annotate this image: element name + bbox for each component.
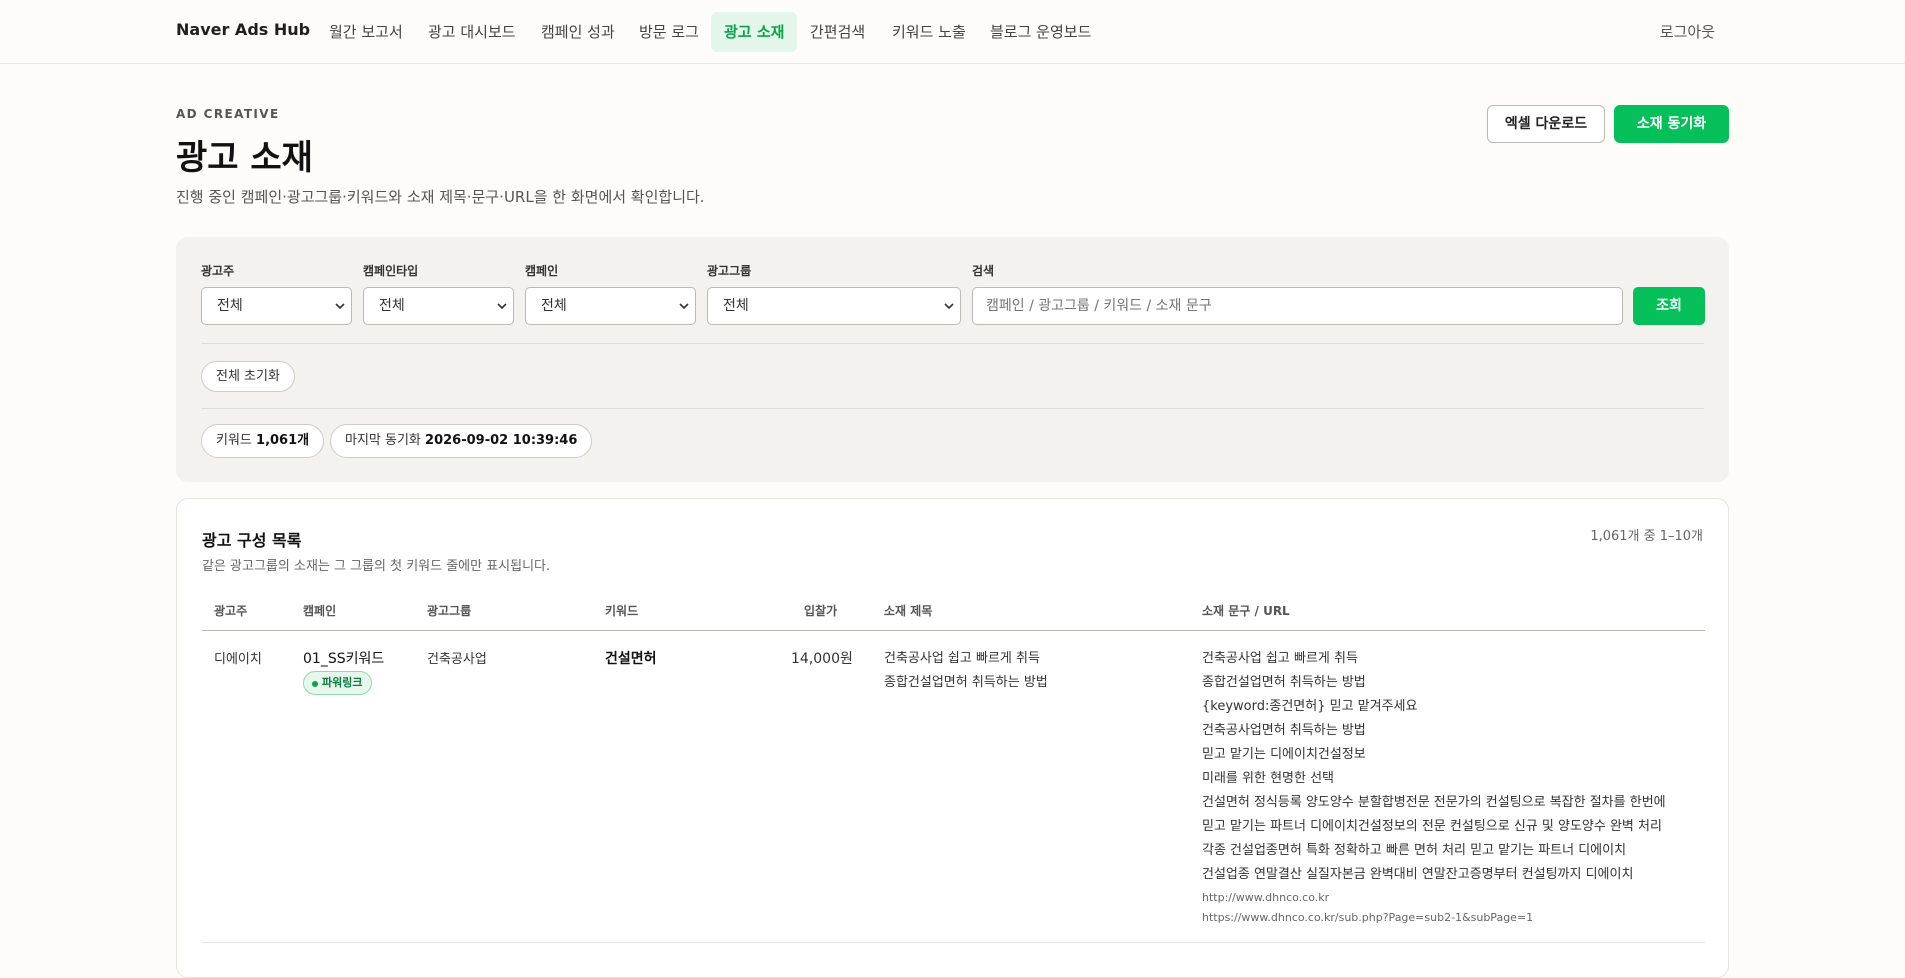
creative-title-line: 종합건설업면허 취득하는 방법 [884, 675, 1048, 690]
logout-link[interactable]: 로그아웃 [1660, 12, 1715, 52]
page-eyebrow: AD CREATIVE [176, 107, 280, 121]
creative-copy-line: 건축공사업 쉽고 빠르게 취득 [1202, 651, 1358, 666]
creative-copy-line: 건설업종 연말결산 실질자본금 완벽대비 연말잔고증명부터 컨설팅까지 디에이치 [1202, 867, 1634, 882]
nav-item-keyword-exposure[interactable]: 키워드 노출 [879, 12, 979, 52]
chevron-down-icon [497, 303, 507, 310]
filter-divider [201, 408, 1704, 409]
top-nav: Naver Ads Hub 월간 보고서 광고 대시보드 캠페인 성과 방문 로… [0, 0, 1905, 64]
nav-item-visit-log[interactable]: 방문 로그 [626, 12, 712, 52]
excel-download-button[interactable]: 엑셀 다운로드 [1487, 105, 1605, 143]
keyword-count-label: 키워드 [216, 433, 252, 448]
creative-copy-line: 믿고 맡기는 파트너 디에이치건설정보의 전문 컨설팅으로 신규 및 양도양수 … [1202, 819, 1662, 834]
creative-copy-line: 믿고 맡기는 디에이치건설정보 [1202, 747, 1366, 762]
keyword-count-chip: 키워드 1,061개 [201, 424, 325, 458]
nav-item-ad-creative[interactable]: 광고 소재 [711, 12, 798, 52]
campaign-label: 캠페인 [525, 264, 559, 278]
campaign-type-badge-label: 파워링크 [322, 676, 363, 689]
column-header: 입찰가 [804, 604, 838, 618]
advertiser-select-value: 전체 [217, 298, 243, 314]
column-header: 소재 문구 / URL [1202, 604, 1290, 618]
advertiser-cell: 디에이치 [214, 652, 262, 667]
bid-cell: 14,000원 [791, 651, 853, 667]
nav-item-monthly-report[interactable]: 월간 보고서 [316, 12, 416, 52]
filter-divider [201, 343, 1704, 344]
chevron-down-icon [679, 303, 689, 310]
advertiser-label: 광고주 [201, 264, 235, 278]
creative-url-link[interactable]: https://www.dhnco.co.kr/sub.php?Page=sub… [1202, 911, 1533, 924]
keyword-cell: 건설면허 [605, 651, 657, 667]
page-description: 진행 중인 캠페인·광고그룹·키워드와 소재 제목·문구·URL을 한 화면에서… [176, 188, 705, 206]
search-input[interactable] [972, 287, 1623, 325]
last-sync-chip: 마지막 동기화 2026-09-02 10:39:46 [330, 424, 593, 458]
nav-item-quick-search[interactable]: 간편검색 [797, 12, 878, 52]
campaign-type-select[interactable]: 전체 [363, 287, 514, 325]
campaign-type-select-value: 전체 [379, 298, 405, 314]
chevron-down-icon [335, 303, 345, 310]
search-button[interactable]: 조회 [1633, 287, 1705, 325]
ad-group-select-value: 전체 [723, 298, 749, 314]
column-header: 광고주 [214, 604, 248, 618]
last-sync-value: 2026-09-02 10:39:46 [425, 433, 578, 448]
column-header: 소재 제목 [884, 604, 933, 618]
row-divider [202, 942, 1705, 943]
creative-copy-line: 각종 건설업종면허 특화 정확하고 빠른 면허 처리 믿고 맡기는 파트너 디에… [1202, 843, 1627, 858]
ad-group-label: 광고그룹 [707, 264, 752, 278]
keyword-count-value: 1,061개 [256, 433, 310, 448]
page-title: 광고 소재 [176, 138, 313, 178]
table-count: 1,061개 중 1–10개 [1590, 529, 1703, 544]
campaign-select[interactable]: 전체 [525, 287, 696, 325]
campaign-type-badge: 파워링크 [303, 671, 373, 695]
sync-creative-button[interactable]: 소재 동기화 [1614, 105, 1729, 143]
ad-group-select[interactable]: 전체 [707, 287, 961, 325]
creative-title-line: 건축공사업 쉽고 빠르게 취득 [884, 651, 1040, 666]
chevron-down-icon [944, 303, 954, 310]
last-sync-label: 마지막 동기화 [345, 433, 421, 448]
column-header: 키워드 [605, 604, 639, 618]
dot-icon [312, 681, 318, 687]
table-title: 광고 구성 목록 [202, 531, 302, 550]
campaign-type-label: 캠페인타입 [363, 264, 419, 278]
ad-structure-table-card: 광고 구성 목록 같은 광고그룹의 소재는 그 그룹의 첫 키워드 줄에만 표시… [176, 498, 1729, 978]
creative-copy-line: {keyword:종건면허} 믿고 맡겨주세요 [1202, 699, 1418, 714]
creative-url-link[interactable]: http://www.dhnco.co.kr [1202, 891, 1329, 904]
creative-copy-line: 종합건설업면허 취득하는 방법 [1202, 675, 1366, 690]
column-header: 광고그룹 [427, 604, 472, 618]
nav-item-ad-dashboard[interactable]: 광고 대시보드 [415, 12, 529, 52]
column-header: 캠페인 [303, 604, 337, 618]
table-header-divider [202, 630, 1705, 631]
creative-copy-line: 건설면허 정식등록 양도양수 분할합병전문 전문가의 컨설팅으로 복잡한 절차를… [1202, 795, 1666, 810]
filter-panel: 광고주 전체 캠페인타입 전체 캠페인 전체 광고그룹 전체 검색 조회 전체 … [176, 237, 1729, 482]
brand-logo[interactable]: Naver Ads Hub [176, 20, 310, 39]
creative-copy-line: 건축공사업면허 취득하는 방법 [1202, 723, 1366, 738]
ad-group-cell: 건축공사업 [427, 652, 487, 667]
reset-all-button[interactable]: 전체 초기화 [201, 361, 295, 392]
table-subtitle: 같은 광고그룹의 소재는 그 그룹의 첫 키워드 줄에만 표시됩니다. [202, 559, 551, 574]
creative-copy-line: 미래를 위한 현명한 선택 [1202, 771, 1334, 786]
search-label: 검색 [972, 264, 995, 278]
campaign-cell: 01_SS키워드 [303, 651, 385, 667]
nav-item-blog-board[interactable]: 블로그 운영보드 [977, 12, 1104, 52]
advertiser-select[interactable]: 전체 [201, 287, 352, 325]
nav-item-campaign-performance[interactable]: 캠페인 성과 [528, 12, 628, 52]
campaign-select-value: 전체 [541, 298, 567, 314]
